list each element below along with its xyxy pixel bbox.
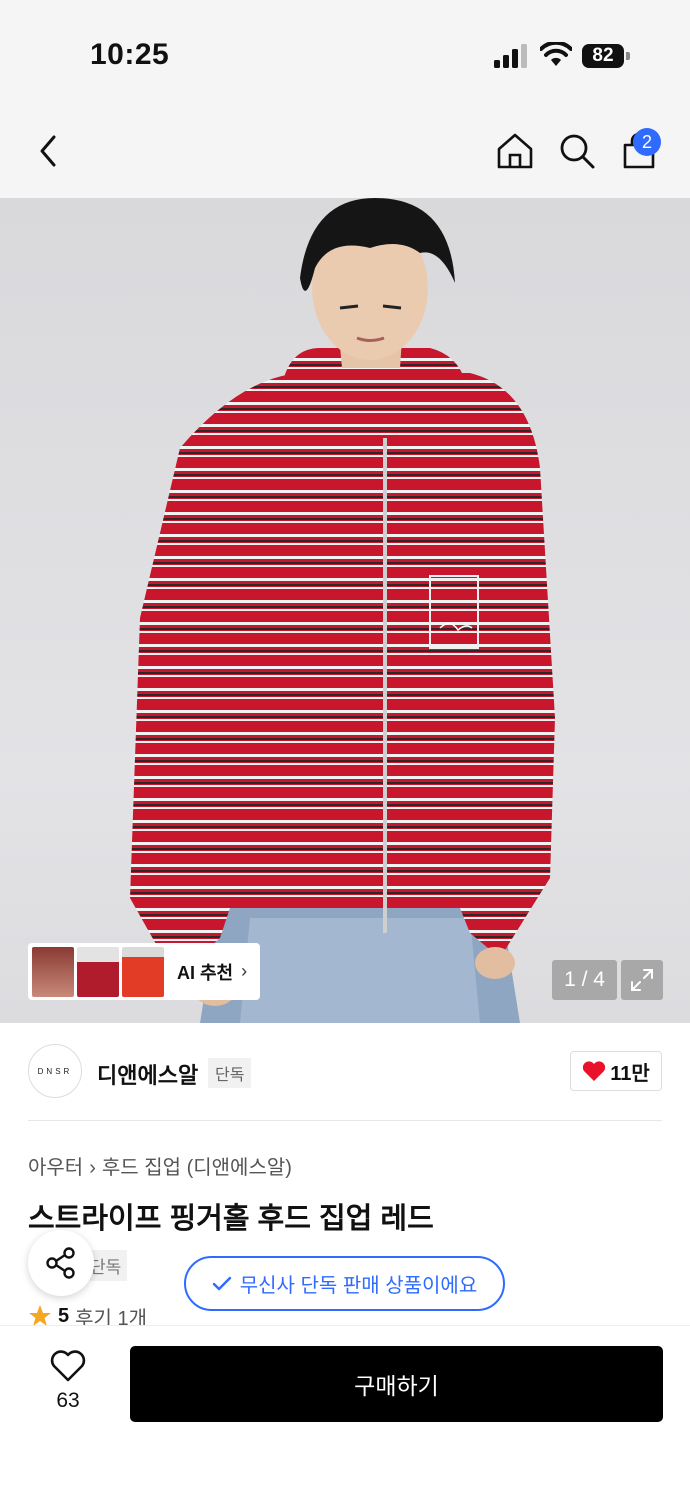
home-icon	[497, 133, 533, 169]
musinsa-exclusive-notice[interactable]: 무신사 단독 판매 상품이에요	[184, 1256, 505, 1311]
image-page-counter: 1 / 4	[552, 960, 617, 1000]
check-icon	[212, 1276, 231, 1290]
heart-filled-icon	[583, 1061, 606, 1081]
expand-icon	[631, 969, 653, 991]
ai-thumb-3	[122, 946, 164, 997]
divider	[28, 1120, 662, 1121]
top-nav	[0, 105, 690, 198]
home-button[interactable]	[493, 129, 537, 173]
share-button[interactable]	[28, 1230, 94, 1296]
breadcrumb-subcategory[interactable]: 후드 집업 (디앤에스알)	[102, 1157, 292, 1179]
expand-image-button[interactable]	[621, 960, 663, 1000]
bottom-action-bar: 63 구매하기	[0, 1325, 690, 1500]
status-bar: 10:25 82	[0, 0, 690, 105]
battery-level: 82	[582, 44, 624, 68]
wishlist-button[interactable]: 63	[38, 1350, 98, 1413]
breadcrumb-category[interactable]: 아우터	[28, 1157, 83, 1179]
brand-logo[interactable]: DNSR	[28, 1044, 82, 1098]
ai-thumb-2	[77, 946, 119, 997]
buy-button[interactable]: 구매하기	[130, 1346, 663, 1422]
brand-row[interactable]: DNSR 디앤에스알 단독 11만	[28, 1044, 662, 1100]
chevron-right-icon: ›	[89, 1157, 96, 1179]
brand-name[interactable]: 디앤에스알	[97, 1058, 198, 1090]
ai-recommend-label: AI 추천	[177, 962, 234, 983]
search-icon	[560, 134, 595, 169]
brand-like-button[interactable]: 11만	[570, 1051, 662, 1091]
musinsa-notice-text: 무신사 단독 판매 상품이에요	[239, 1275, 478, 1297]
status-time: 10:25	[90, 38, 170, 71]
wishlist-count: 63	[56, 1389, 80, 1412]
signal-icon	[494, 44, 527, 68]
heart-outline-icon	[50, 1350, 86, 1382]
brand-like-count: 11만	[610, 1062, 650, 1085]
cart-count-badge: 2	[633, 128, 661, 156]
share-icon	[46, 1247, 75, 1279]
brand-exclusive-tag: 단독	[208, 1058, 252, 1088]
battery-icon: 82	[582, 44, 630, 68]
ai-thumb-1	[32, 946, 74, 997]
ai-recommend-button[interactable]: AI 추천 ›	[28, 943, 260, 1000]
product-image[interactable]	[0, 198, 690, 1023]
back-button[interactable]	[26, 129, 70, 173]
chevron-left-icon	[40, 135, 56, 167]
product-title: 스트라이프 핑거홀 후드 집업 레드	[28, 1203, 434, 1235]
search-button[interactable]	[555, 129, 599, 173]
chevron-right-icon: ›	[241, 961, 248, 981]
breadcrumb[interactable]: 아우터 › 후드 집업 (디앤에스알)	[28, 1151, 292, 1180]
wifi-icon	[540, 42, 572, 66]
product-photo	[130, 198, 555, 1023]
